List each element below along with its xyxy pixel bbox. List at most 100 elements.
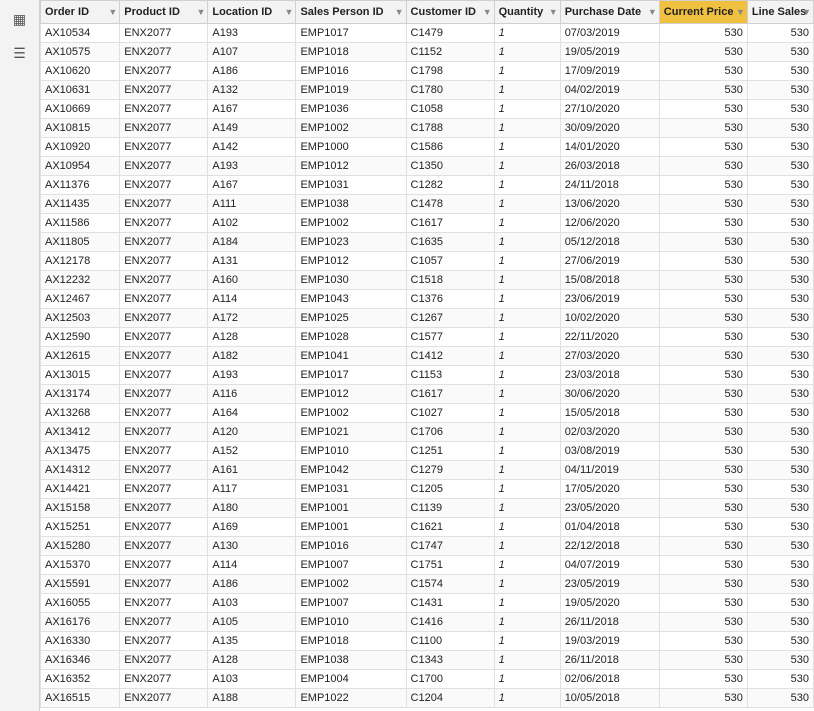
cell-current_price: 530 xyxy=(659,442,747,461)
cell-purchase_date: 10/02/2020 xyxy=(560,309,659,328)
cell-customer_id: C1139 xyxy=(406,499,494,518)
cell-sales_person_id: EMP1007 xyxy=(296,594,406,613)
cell-quantity: 1 xyxy=(494,366,560,385)
cell-quantity: 1 xyxy=(494,575,560,594)
table-row[interactable]: AX11805ENX2077A184EMP1023C1635105/12/201… xyxy=(41,233,814,252)
table-row[interactable]: AX16352ENX2077A103EMP1004C1700102/06/201… xyxy=(41,670,814,689)
table-row[interactable]: AX10954ENX2077A193EMP1012C1350126/03/201… xyxy=(41,157,814,176)
filter-icon-purchase_date[interactable]: ▼ xyxy=(648,7,657,17)
cell-current_price: 530 xyxy=(659,176,747,195)
cell-order_id: AX15158 xyxy=(41,499,120,518)
col-header-line_sales[interactable]: Line Sales▼ xyxy=(747,1,813,24)
filter-icon-quantity[interactable]: ▼ xyxy=(549,7,558,17)
cell-customer_id: C1251 xyxy=(406,442,494,461)
cell-current_price: 530 xyxy=(659,24,747,43)
table-row[interactable]: AX12503ENX2077A172EMP1025C1267110/02/202… xyxy=(41,309,814,328)
filter-icon-order_id[interactable]: ▼ xyxy=(108,7,117,17)
table-row[interactable]: AX13015ENX2077A193EMP1017C1153123/03/201… xyxy=(41,366,814,385)
table-row[interactable]: AX11586ENX2077A102EMP1002C1617112/06/202… xyxy=(41,214,814,233)
col-header-quantity[interactable]: Quantity▼ xyxy=(494,1,560,24)
cell-line_sales: 530 xyxy=(747,195,813,214)
table-row[interactable]: AX10631ENX2077A132EMP1019C1780104/02/201… xyxy=(41,81,814,100)
cell-current_price: 530 xyxy=(659,157,747,176)
table-row[interactable]: AX16346ENX2077A128EMP1038C1343126/11/201… xyxy=(41,651,814,670)
table-row[interactable]: AX15370ENX2077A114EMP1007C1751104/07/201… xyxy=(41,556,814,575)
cell-current_price: 530 xyxy=(659,119,747,138)
cell-location_id: A130 xyxy=(208,537,296,556)
cell-sales_person_id: EMP1041 xyxy=(296,347,406,366)
cell-customer_id: C1617 xyxy=(406,385,494,404)
table-row[interactable]: AX10815ENX2077A149EMP1002C1788130/09/202… xyxy=(41,119,814,138)
filter-icon-line_sales[interactable]: ▼ xyxy=(802,7,811,17)
table-row[interactable]: AX13174ENX2077A116EMP1012C1617130/06/202… xyxy=(41,385,814,404)
cell-line_sales: 530 xyxy=(747,518,813,537)
cell-order_id: AX12232 xyxy=(41,271,120,290)
table-row[interactable]: AX10534ENX2077A193EMP1017C1479107/03/201… xyxy=(41,24,814,43)
cell-product_id: ENX2077 xyxy=(120,43,208,62)
table-row[interactable]: AX13475ENX2077A152EMP1010C1251103/08/201… xyxy=(41,442,814,461)
table-row[interactable]: AX12590ENX2077A128EMP1028C1577122/11/202… xyxy=(41,328,814,347)
table-row[interactable]: AX13412ENX2077A120EMP1021C1706102/03/202… xyxy=(41,423,814,442)
table-row[interactable]: AX14421ENX2077A117EMP1031C1205117/05/202… xyxy=(41,480,814,499)
col-header-customer_id[interactable]: Customer ID▼ xyxy=(406,1,494,24)
filter-icon-product_id[interactable]: ▼ xyxy=(196,7,205,17)
table-row[interactable]: AX14312ENX2077A161EMP1042C1279104/11/201… xyxy=(41,461,814,480)
table-row[interactable]: AX11435ENX2077A111EMP1038C1478113/06/202… xyxy=(41,195,814,214)
table-row[interactable]: AX12178ENX2077A131EMP1012C1057127/06/201… xyxy=(41,252,814,271)
table-row[interactable]: AX15280ENX2077A130EMP1016C1747122/12/201… xyxy=(41,537,814,556)
table-row[interactable]: AX12232ENX2077A160EMP1030C1518115/08/201… xyxy=(41,271,814,290)
cell-line_sales: 530 xyxy=(747,138,813,157)
filter-icon-customer_id[interactable]: ▼ xyxy=(483,7,492,17)
col-header-order_id[interactable]: Order ID▼ xyxy=(41,1,120,24)
cell-line_sales: 530 xyxy=(747,271,813,290)
cell-current_price: 530 xyxy=(659,385,747,404)
cell-sales_person_id: EMP1022 xyxy=(296,689,406,708)
filter-icon-current_price[interactable]: ▼ xyxy=(736,7,745,17)
cell-location_id: A193 xyxy=(208,366,296,385)
cell-quantity: 1 xyxy=(494,499,560,518)
cell-location_id: A114 xyxy=(208,556,296,575)
cell-line_sales: 530 xyxy=(747,100,813,119)
table-row[interactable]: AX11376ENX2077A167EMP1031C1282124/11/201… xyxy=(41,176,814,195)
table-row[interactable]: AX16515ENX2077A188EMP1022C1204110/05/201… xyxy=(41,689,814,708)
table-row[interactable]: AX12467ENX2077A114EMP1043C1376123/06/201… xyxy=(41,290,814,309)
cell-current_price: 530 xyxy=(659,556,747,575)
table-row[interactable]: AX15158ENX2077A180EMP1001C1139123/05/202… xyxy=(41,499,814,518)
cell-product_id: ENX2077 xyxy=(120,347,208,366)
col-header-current_price[interactable]: Current Price▼ xyxy=(659,1,747,24)
table-row[interactable]: AX13268ENX2077A164EMP1002C1027115/05/201… xyxy=(41,404,814,423)
table-row[interactable]: AX10669ENX2077A167EMP1036C1058127/10/202… xyxy=(41,100,814,119)
col-header-product_id[interactable]: Product ID▼ xyxy=(120,1,208,24)
filter-icon-location_id[interactable]: ▼ xyxy=(285,7,294,17)
table-row[interactable]: AX10920ENX2077A142EMP1000C1586114/01/202… xyxy=(41,138,814,157)
col-header-sales_person_id[interactable]: Sales Person ID▼ xyxy=(296,1,406,24)
table-row[interactable]: AX10575ENX2077A107EMP1018C1152119/05/201… xyxy=(41,43,814,62)
table-row[interactable]: AX15251ENX2077A169EMP1001C1621101/04/201… xyxy=(41,518,814,537)
cell-order_id: AX14312 xyxy=(41,461,120,480)
cell-customer_id: C1700 xyxy=(406,670,494,689)
cell-location_id: A152 xyxy=(208,442,296,461)
cell-current_price: 530 xyxy=(659,423,747,442)
table-row[interactable]: AX10620ENX2077A186EMP1016C1798117/09/201… xyxy=(41,62,814,81)
table-row[interactable]: AX16055ENX2077A103EMP1007C1431119/05/202… xyxy=(41,594,814,613)
cell-location_id: A117 xyxy=(208,480,296,499)
cell-sales_person_id: EMP1002 xyxy=(296,575,406,594)
cell-current_price: 530 xyxy=(659,670,747,689)
table-row[interactable]: AX15591ENX2077A186EMP1002C1574123/05/201… xyxy=(41,575,814,594)
cell-customer_id: C1376 xyxy=(406,290,494,309)
cell-quantity: 1 xyxy=(494,651,560,670)
cell-quantity: 1 xyxy=(494,252,560,271)
cell-purchase_date: 01/04/2018 xyxy=(560,518,659,537)
table-row[interactable]: AX16330ENX2077A135EMP1018C1100119/03/201… xyxy=(41,632,814,651)
filter-icon-sales_person_id[interactable]: ▼ xyxy=(395,7,404,17)
col-header-purchase_date[interactable]: Purchase Date▼ xyxy=(560,1,659,24)
table-row[interactable]: AX12615ENX2077A182EMP1041C1412127/03/202… xyxy=(41,347,814,366)
table-row[interactable]: AX16176ENX2077A105EMP1010C1416126/11/201… xyxy=(41,613,814,632)
cell-sales_person_id: EMP1002 xyxy=(296,404,406,423)
cell-product_id: ENX2077 xyxy=(120,575,208,594)
cell-order_id: AX11435 xyxy=(41,195,120,214)
cell-line_sales: 530 xyxy=(747,537,813,556)
rows-icon[interactable]: ☰ xyxy=(9,42,31,64)
col-header-location_id[interactable]: Location ID▼ xyxy=(208,1,296,24)
table-icon[interactable]: ▦ xyxy=(9,8,31,30)
